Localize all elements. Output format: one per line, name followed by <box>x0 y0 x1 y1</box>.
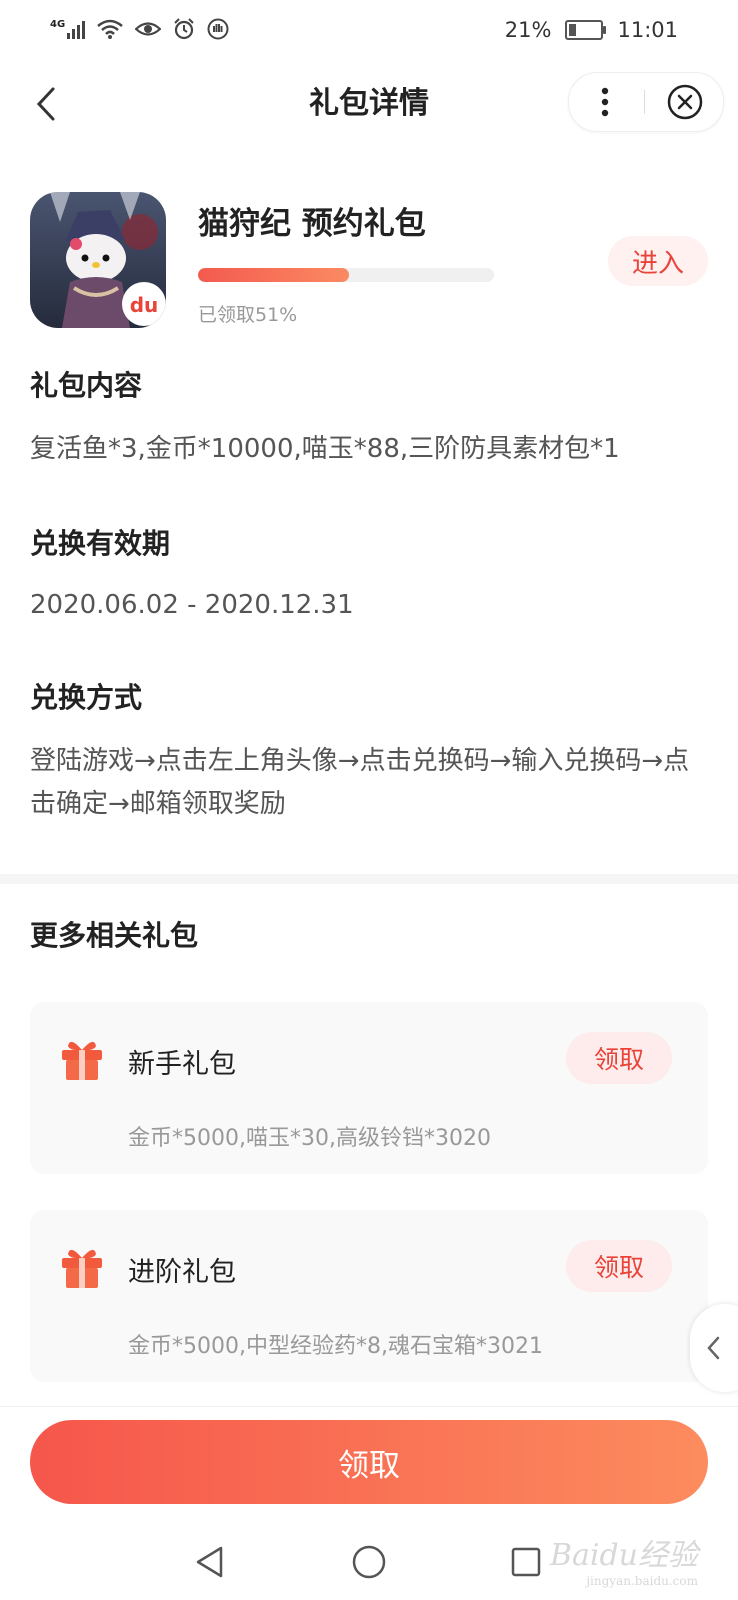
eye-icon <box>135 22 162 36</box>
claim-button[interactable]: 领取 <box>30 1420 708 1504</box>
network-type: 4G <box>50 19 66 30</box>
related-gift-claim-button[interactable]: 领取 <box>566 1240 672 1292</box>
alarm-icon <box>174 18 194 40</box>
content-section-title: 礼包内容 <box>30 369 143 402</box>
more-vertical-icon <box>601 87 609 117</box>
claim-progress-fill <box>198 268 349 282</box>
claimed-percent-text: 已领取51% <box>198 304 298 326</box>
hand-icon <box>207 18 229 40</box>
close-button[interactable] <box>649 73 721 131</box>
game-gift-name: 猫狩纪 预约礼包 <box>198 206 426 242</box>
related-gift-desc: 金币*5000,喵玉*30,高级铃铛*3020 <box>128 1126 491 1151</box>
claim-progress-bar <box>198 268 494 282</box>
related-section-title: 更多相关礼包 <box>30 919 199 952</box>
section-divider <box>0 874 738 884</box>
status-icons-left: 4G <box>50 18 229 40</box>
game-icon: du <box>30 192 166 328</box>
badge-logo-text: du <box>130 293 159 317</box>
status-bar: 4G 21% 11:01 <box>0 0 738 62</box>
validity-section-body: 2020.06.02 - 2020.12.31 <box>30 590 354 620</box>
related-gift-name: 进阶礼包 <box>128 1257 236 1288</box>
nav-back-button[interactable] <box>180 1532 240 1592</box>
capsule-divider <box>644 90 645 114</box>
related-gift-card: 进阶礼包 领取 金币*5000,中型经验药*8,魂石宝箱*3021 <box>30 1210 708 1382</box>
side-drawer-handle[interactable] <box>690 1304 738 1392</box>
related-gift-claim-button[interactable]: 领取 <box>566 1032 672 1084</box>
signal-icon: 4G <box>50 19 86 39</box>
method-section-title: 兑换方式 <box>30 681 143 714</box>
footer-divider <box>0 1406 738 1407</box>
enter-game-button[interactable]: 进入 <box>608 236 708 286</box>
more-button[interactable] <box>569 73 641 131</box>
battery-icon <box>565 20 607 40</box>
gift-icon <box>62 1041 102 1080</box>
related-gift-desc: 金币*5000,中型经验药*8,魂石宝箱*3021 <box>128 1334 543 1359</box>
validity-section-title: 兑换有效期 <box>30 527 171 560</box>
related-gift-card: 新手礼包 领取 金币*5000,喵玉*30,高级铃铛*3020 <box>30 1002 708 1174</box>
baidu-watermark: Baidu经验 jingyan.baidu.com <box>550 1530 698 1588</box>
status-icons-right: 21% 11:01 <box>505 18 678 42</box>
related-gift-name: 新手礼包 <box>128 1049 236 1080</box>
status-time: 11:01 <box>617 18 678 42</box>
mini-program-capsule <box>568 72 724 132</box>
watermark-url: jingyan.baidu.com <box>586 1574 698 1588</box>
wifi-icon <box>97 19 123 39</box>
nav-home-button[interactable] <box>339 1532 399 1592</box>
gift-icon <box>62 1249 102 1288</box>
square-recents-icon <box>511 1547 541 1577</box>
close-circle-icon <box>667 84 703 120</box>
nav-recents-button[interactable] <box>496 1532 556 1592</box>
circle-home-icon <box>352 1545 386 1579</box>
battery-percent: 21% <box>504 18 552 42</box>
triangle-back-icon <box>196 1546 223 1578</box>
content-section-body: 复活鱼*3,金币*10000,喵玉*88,三阶防具素材包*1 <box>30 434 620 464</box>
watermark-brand: Baidu经验 <box>549 1538 698 1573</box>
chevron-left-icon <box>707 1336 720 1360</box>
method-section-body: 登陆游戏→点击左上角头像→点击兑换码→输入兑换码→点击确定→邮箱领取奖励 <box>30 746 690 819</box>
